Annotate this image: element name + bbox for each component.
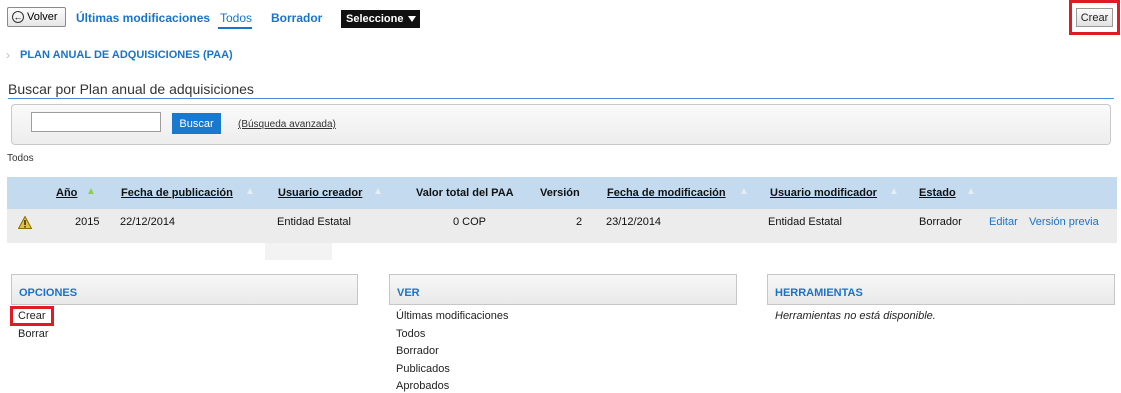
- view-publicados[interactable]: Publicados: [396, 363, 450, 375]
- sort-icon[interactable]: ▲: [739, 186, 749, 197]
- tab-todos[interactable]: Todos: [220, 11, 252, 25]
- action-select[interactable]: Seleccione: [341, 10, 420, 28]
- view-panel-header: VER: [389, 274, 737, 305]
- tools-panel-header: HERRAMIENTAS: [767, 274, 1115, 305]
- cell-year: 2015: [75, 216, 100, 228]
- search-divider: [8, 98, 1114, 99]
- search-input[interactable]: [31, 112, 161, 132]
- cell-modifier: Entidad Estatal: [768, 216, 842, 228]
- create-button[interactable]: Crear: [1076, 8, 1113, 27]
- cell-modified: 23/12/2014: [606, 216, 662, 228]
- tab-borrador[interactable]: Borrador: [271, 11, 322, 25]
- option-delete[interactable]: Borrar: [18, 328, 49, 340]
- search-button[interactable]: Buscar: [172, 113, 221, 134]
- view-todos[interactable]: Todos: [396, 328, 425, 340]
- sort-icon[interactable]: ▲: [889, 186, 899, 197]
- column-header-modifier[interactable]: Usuario modificador: [770, 187, 877, 199]
- column-header-year[interactable]: Año: [56, 187, 77, 199]
- cell-version: 2: [576, 216, 583, 228]
- search-title: Buscar por Plan anual de adquisiciones: [8, 81, 254, 97]
- view-aprobados[interactable]: Aprobados: [396, 380, 449, 392]
- table-footer-stub: [265, 243, 332, 260]
- active-tab-indicator: [218, 27, 252, 29]
- warning-icon: [18, 216, 32, 229]
- edit-link[interactable]: Editar: [989, 216, 1018, 228]
- option-create[interactable]: Crear: [18, 310, 46, 322]
- sort-icon[interactable]: ▲: [966, 186, 976, 197]
- column-header-version: Versión: [540, 187, 580, 199]
- cell-published: 22/12/2014: [120, 216, 176, 228]
- tab-recent-changes[interactable]: Últimas modificaciones: [76, 11, 210, 25]
- chevron-down-icon: [408, 16, 416, 22]
- sort-icon[interactable]: ▲: [373, 186, 383, 197]
- chevron-right-icon: ›: [6, 48, 10, 62]
- column-header-status[interactable]: Estado: [919, 187, 956, 199]
- column-header-total: Valor total del PAA: [416, 187, 514, 199]
- advanced-search-link[interactable]: (Búsqueda avanzada): [238, 119, 336, 130]
- filter-label: Todos: [7, 153, 34, 164]
- column-header-modified[interactable]: Fecha de modificación: [607, 187, 726, 199]
- column-header-year-label: Año: [56, 187, 78, 199]
- back-button-label: Volver: [27, 11, 58, 23]
- view-recent-changes[interactable]: Últimas modificaciones: [396, 310, 508, 322]
- cell-total: 0 COP: [452, 216, 486, 228]
- action-select-value: Seleccione: [346, 13, 404, 25]
- sort-icon[interactable]: ▲: [86, 186, 96, 197]
- preview-link[interactable]: Versión previa: [1029, 216, 1099, 228]
- options-panel-header: OPCIONES: [11, 274, 358, 305]
- column-header-published[interactable]: Fecha de publicación: [121, 187, 233, 199]
- sort-icon[interactable]: ▲: [245, 186, 255, 197]
- cell-creator: Entidad Estatal: [277, 216, 351, 228]
- back-button[interactable]: ← Volver: [7, 7, 66, 27]
- cell-status: Borrador: [919, 216, 962, 228]
- breadcrumb[interactable]: PLAN ANUAL DE ADQUISICIONES (PAA): [20, 49, 233, 61]
- column-header-creator[interactable]: Usuario creador: [278, 187, 362, 199]
- view-borrador[interactable]: Borrador: [396, 345, 439, 357]
- tools-unavailable-message: Herramientas no está disponible.: [775, 310, 936, 322]
- arrow-left-icon: ←: [12, 11, 24, 23]
